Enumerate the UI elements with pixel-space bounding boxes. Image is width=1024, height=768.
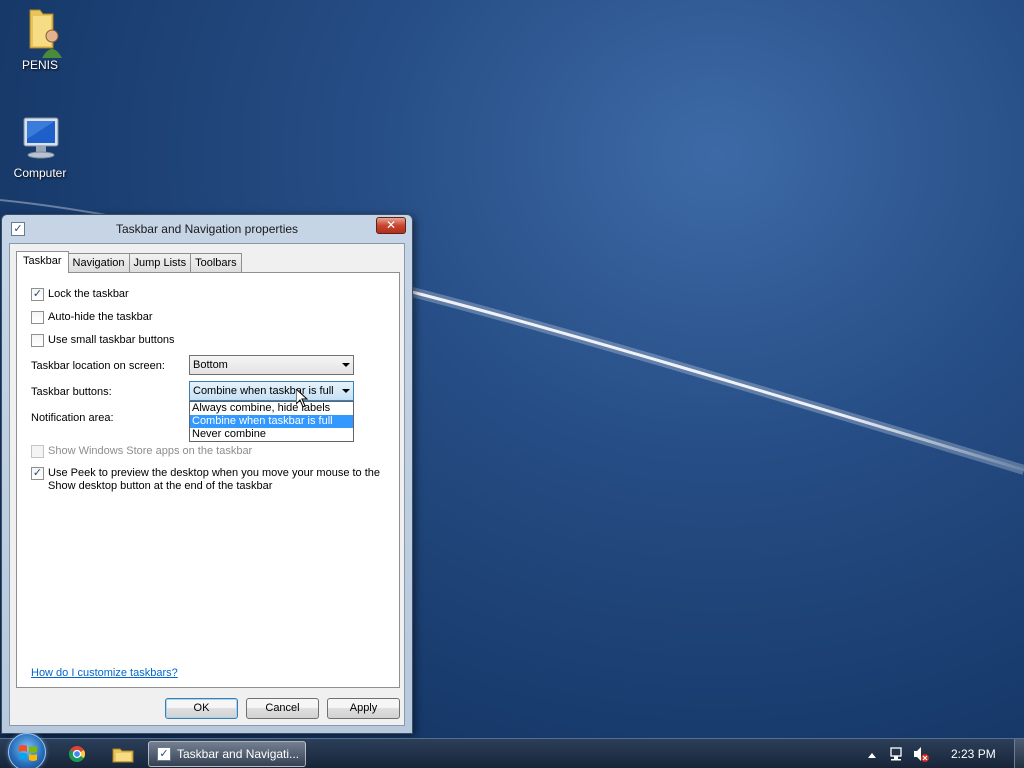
tab-toolbars[interactable]: Toolbars — [190, 253, 242, 273]
dropdown-option-combine-when-full[interactable]: Combine when taskbar is full — [190, 415, 353, 428]
computer-icon — [16, 114, 64, 162]
tab-taskbar[interactable]: Taskbar — [16, 251, 69, 273]
taskbar-task-properties-dialog[interactable]: ✓ Taskbar and Navigati... — [148, 741, 306, 767]
desktop-icon-user-folder[interactable]: PENIS — [0, 6, 80, 72]
small-buttons-label: Use small taskbar buttons — [48, 334, 175, 346]
show-desktop-button[interactable] — [1014, 739, 1024, 768]
auto-hide-option[interactable]: Auto-hide the taskbar — [31, 311, 153, 324]
auto-hide-checkbox[interactable] — [31, 311, 44, 324]
taskbar: ✓ Taskbar and Navigati... 2:23 PM — [0, 733, 1024, 768]
help-link[interactable]: How do I customize taskbars? — [31, 667, 178, 679]
taskbar-buttons-select-value: Combine when taskbar is full — [193, 385, 334, 397]
location-select-value: Bottom — [193, 359, 228, 371]
tab-strip: Taskbar Navigation Jump Lists Toolbars — [16, 251, 242, 273]
checkbox-window-icon: ✓ — [157, 747, 171, 761]
store-apps-option: Show Windows Store apps on the taskbar — [31, 445, 252, 458]
dialog-title: Taskbar and Navigation properties — [115, 222, 299, 236]
tab-jump-lists[interactable]: Jump Lists — [128, 253, 192, 273]
lock-taskbar-label: Lock the taskbar — [48, 288, 129, 300]
store-apps-checkbox — [31, 445, 44, 458]
desktop-icon-label: Computer — [13, 166, 67, 180]
taskbar-tab-panel: ✓ Lock the taskbar Auto-hide the taskbar… — [16, 272, 400, 688]
taskbar-buttons-label: Taskbar buttons: — [31, 386, 112, 398]
dialog-titlebar[interactable]: ✓ Taskbar and Navigation properties ✕ — [2, 215, 412, 243]
ok-button[interactable]: OK — [165, 698, 238, 719]
dropdown-option-never-combine[interactable]: Never combine — [190, 428, 353, 441]
taskbar-buttons-select[interactable]: Combine when taskbar is full — [189, 381, 354, 401]
dialog-client-area: Taskbar Navigation Jump Lists Toolbars ✓… — [9, 243, 405, 726]
taskbar-task-label: Taskbar and Navigati... — [177, 747, 300, 761]
tab-navigation[interactable]: Navigation — [67, 253, 130, 273]
chrome-icon[interactable] — [67, 744, 87, 764]
network-icon[interactable] — [889, 739, 905, 768]
desktop-icon-computer[interactable]: Computer — [0, 114, 80, 180]
store-apps-label: Show Windows Store apps on the taskbar — [48, 445, 253, 457]
start-button[interactable] — [8, 733, 46, 768]
small-buttons-checkbox[interactable] — [31, 334, 44, 347]
desktop-icon-label: PENIS — [21, 58, 58, 72]
chevron-up-icon — [868, 753, 876, 758]
lock-taskbar-checkbox[interactable]: ✓ — [31, 288, 44, 301]
peek-checkbox[interactable]: ✓ — [31, 467, 44, 480]
windows-logo-icon — [19, 745, 37, 761]
taskbar-properties-dialog: ✓ Taskbar and Navigation properties ✕ Ta… — [1, 214, 413, 734]
small-buttons-option[interactable]: Use small taskbar buttons — [31, 334, 175, 347]
close-button[interactable]: ✕ — [376, 217, 406, 234]
clock[interactable]: 2:23 PM — [951, 739, 996, 768]
notification-area-label: Notification area: — [31, 412, 114, 424]
auto-hide-label: Auto-hide the taskbar — [48, 311, 153, 323]
user-folder-icon — [16, 6, 64, 58]
peek-option[interactable]: ✓ Use Peek to preview the desktop when y… — [31, 467, 381, 493]
mouse-pointer-icon — [296, 389, 308, 408]
taskbar-buttons-dropdown-list: Always combine, hide labels Combine when… — [189, 401, 354, 442]
apply-button[interactable]: Apply — [327, 698, 400, 719]
location-label: Taskbar location on screen: — [31, 360, 165, 372]
dropdown-option-always-combine[interactable]: Always combine, hide labels — [190, 402, 353, 415]
cancel-button[interactable]: Cancel — [246, 698, 319, 719]
lock-taskbar-option[interactable]: ✓ Lock the taskbar — [31, 288, 129, 301]
location-select[interactable]: Bottom — [189, 355, 354, 375]
dropdown-arrow-icon — [342, 363, 350, 367]
volume-muted-icon[interactable] — [912, 739, 930, 768]
explorer-folder-icon[interactable] — [112, 744, 134, 764]
show-hidden-icons-button[interactable] — [867, 739, 877, 768]
peek-label: Use Peek to preview the desktop when you… — [48, 467, 381, 492]
dropdown-arrow-icon — [342, 389, 350, 393]
